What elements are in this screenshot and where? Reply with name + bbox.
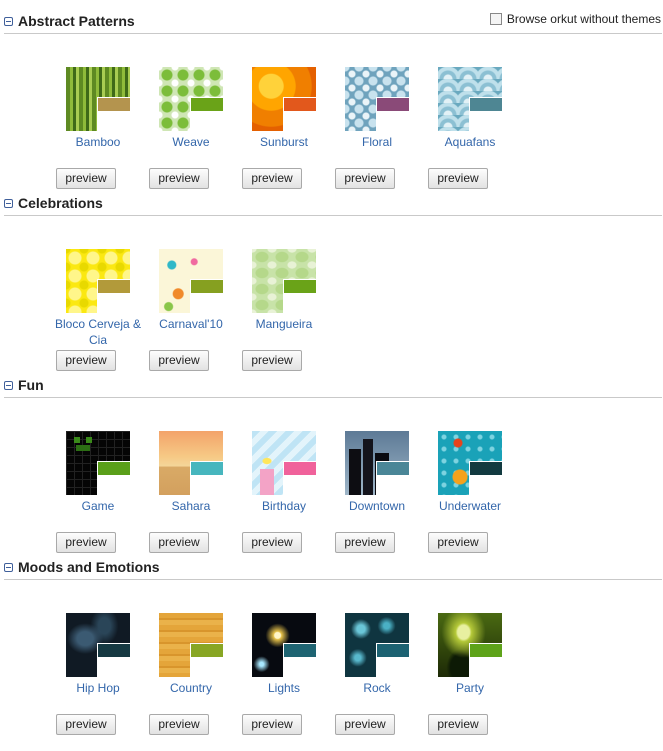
color-swatch (284, 280, 316, 293)
theme-thumbnail-birthday[interactable] (252, 431, 316, 495)
preview-button[interactable]: preview (428, 714, 488, 735)
browse-without-themes-checkbox[interactable] (489, 13, 502, 25)
color-swatch (284, 462, 316, 475)
collapse-icon[interactable] (4, 380, 13, 390)
theme-thumbnail-carnaval[interactable] (159, 249, 223, 313)
theme-thumbnail-floral[interactable] (345, 67, 409, 131)
theme-thumbnail-underwater[interactable] (438, 431, 502, 495)
color-swatch (470, 462, 502, 475)
color-swatch (98, 462, 130, 475)
color-swatch (98, 644, 130, 657)
collapse-icon[interactable] (4, 562, 13, 572)
theme-thumbnail-lights[interactable] (252, 613, 316, 677)
preview-button[interactable]: preview (149, 714, 209, 735)
theme-name[interactable]: Bamboo (48, 134, 148, 150)
theme-name[interactable]: Weave (141, 134, 241, 150)
color-swatch (98, 98, 130, 111)
preview-button[interactable]: preview (242, 714, 302, 735)
collapse-icon[interactable] (4, 16, 13, 26)
theme-thumbnail-sahara[interactable] (159, 431, 223, 495)
divider (4, 215, 662, 216)
theme-name[interactable]: Game (48, 498, 148, 514)
theme-thumbnail-party[interactable] (438, 613, 502, 677)
theme-name[interactable]: Bloco Cerveja & Cia (48, 316, 148, 348)
collapse-icon[interactable] (4, 198, 13, 208)
theme-name[interactable]: Lights (234, 680, 334, 696)
section-fun: Fun Game preview Sahara preview Birthday… (0, 364, 663, 553)
section-moods-and-emotions: Moods and Emotions Hip Hop preview Count… (0, 546, 663, 735)
section-celebrations: Celebrations Bloco Cerveja & Cia preview… (0, 182, 663, 371)
theme-name[interactable]: Downtown (327, 498, 427, 514)
color-swatch (191, 462, 223, 475)
color-swatch (98, 280, 130, 293)
theme-thumbnail-aquafans[interactable] (438, 67, 502, 131)
divider (4, 33, 662, 34)
theme-thumbnail-downtown[interactable] (345, 431, 409, 495)
section-title: Celebrations (18, 195, 103, 211)
browse-without-themes[interactable]: Browse orkut without themes (489, 12, 661, 26)
theme-name[interactable]: Sahara (141, 498, 241, 514)
theme-name[interactable]: Floral (327, 134, 427, 150)
theme-thumbnail-weave[interactable] (159, 67, 223, 131)
theme-thumbnail-country[interactable] (159, 613, 223, 677)
color-swatch (377, 98, 409, 111)
theme-thumbnail-hip-hop[interactable] (66, 613, 130, 677)
section-header: Fun (4, 376, 44, 394)
color-swatch (191, 644, 223, 657)
theme-thumbnail-bloco-cerveja[interactable] (66, 249, 130, 313)
theme-thumbnail-mangueira[interactable] (252, 249, 316, 313)
color-swatch (470, 98, 502, 111)
theme-name[interactable]: Birthday (234, 498, 334, 514)
color-swatch (284, 98, 316, 111)
theme-name[interactable]: Mangueira (234, 316, 334, 332)
section-title: Abstract Patterns (18, 13, 135, 29)
preview-button[interactable]: preview (56, 714, 116, 735)
theme-name[interactable]: Hip Hop (48, 680, 148, 696)
color-swatch (470, 644, 502, 657)
section-abstract-patterns: Abstract Patterns Browse orkut without t… (0, 0, 663, 189)
theme-thumbnail-game[interactable] (66, 431, 130, 495)
theme-name[interactable]: Country (141, 680, 241, 696)
theme-thumbnail-sunburst[interactable] (252, 67, 316, 131)
divider (4, 579, 662, 580)
theme-name[interactable]: Carnaval'10 (141, 316, 241, 332)
theme-name[interactable]: Sunburst (234, 134, 334, 150)
preview-button[interactable]: preview (335, 714, 395, 735)
section-header: Celebrations (4, 194, 103, 212)
color-swatch (377, 462, 409, 475)
section-title: Moods and Emotions (18, 559, 160, 575)
divider (4, 397, 662, 398)
theme-thumbnail-bamboo[interactable] (66, 67, 130, 131)
theme-thumbnail-rock[interactable] (345, 613, 409, 677)
color-swatch (377, 644, 409, 657)
theme-name[interactable]: Underwater (420, 498, 520, 514)
section-header: Abstract Patterns (4, 12, 135, 30)
section-header: Moods and Emotions (4, 558, 160, 576)
color-swatch (191, 280, 223, 293)
theme-name[interactable]: Party (420, 680, 520, 696)
theme-name[interactable]: Rock (327, 680, 427, 696)
color-swatch (284, 644, 316, 657)
browse-without-themes-label: Browse orkut without themes (506, 12, 661, 26)
color-swatch (191, 98, 223, 111)
theme-name[interactable]: Aquafans (420, 134, 520, 150)
section-title: Fun (18, 377, 44, 393)
